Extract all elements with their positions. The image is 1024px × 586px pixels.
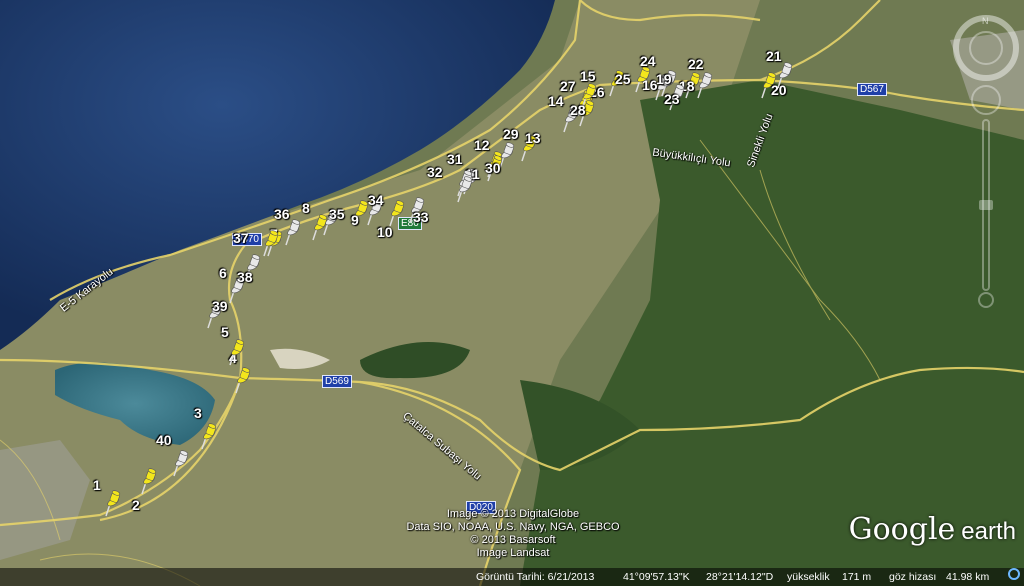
placemark-label: 35 [329, 206, 345, 222]
credit-line: Image © 2013 DigitalGlobe [446, 508, 580, 520]
credit-line: © 2013 Basarsoft [470, 534, 556, 546]
placemark-label: 33 [413, 209, 429, 225]
placemark-label: 27 [560, 78, 576, 94]
placemark-label: 9 [351, 212, 359, 228]
road-shield: D567 [857, 83, 887, 96]
placemark-label: 13 [525, 130, 541, 146]
placemark-label: 14 [548, 93, 564, 109]
navigation-controls[interactable]: N [950, 10, 1022, 310]
placemark-label: 29 [503, 126, 519, 142]
pushpin-icon[interactable] [452, 176, 474, 204]
placemark-label: 28 [570, 102, 586, 118]
pushpin-icon[interactable] [692, 72, 714, 100]
placemark-label: 15 [580, 68, 596, 84]
placemark-label: 25 [615, 71, 631, 87]
placemark-label: 22 [688, 56, 704, 72]
placemark-label: 31 [447, 151, 463, 167]
pushpin-icon[interactable] [196, 423, 218, 451]
road-shield: D569 [322, 375, 352, 388]
longitude: 28°21'14.12"D [706, 571, 774, 583]
map-view[interactable]: E-5 Karayolu Büyükkilıçlı Yolu Sinekli Y… [0, 0, 1024, 586]
latitude: 41°09'57.13"K [623, 571, 690, 583]
pushpin-icon[interactable] [168, 450, 190, 478]
pushpin-icon[interactable] [772, 62, 794, 90]
pushpin-icon[interactable] [100, 490, 122, 518]
placemark-label: 12 [474, 137, 490, 153]
google-earth-logo: Google earth [849, 512, 1016, 547]
placemark-label: 1 [93, 477, 101, 493]
status-bar: Görüntü Tarihi: 6/21/2013 41°09'57.13"K … [0, 568, 1024, 586]
svg-text:N: N [982, 16, 989, 26]
logo-google: Google [848, 512, 956, 547]
placemark-label: 34 [368, 192, 384, 208]
eye-altitude-label: göz hizası [889, 571, 937, 583]
pushpin-icon[interactable] [280, 219, 302, 247]
placemark-label: 37 [233, 230, 249, 246]
elevation-value: 171 m [842, 571, 872, 583]
placemark-label: 36 [274, 206, 290, 222]
pushpin-icon[interactable] [136, 468, 158, 496]
elevation-label: yükseklik [787, 571, 830, 583]
placemark-label: 6 [219, 265, 227, 281]
credit-line: Image Landsat [476, 547, 550, 559]
placemark-label: 3 [194, 405, 202, 421]
placemark-label: 23 [664, 91, 680, 107]
logo-earth: earth [961, 518, 1016, 545]
placemark-label: 24 [640, 53, 656, 69]
imagery-date: Görüntü Tarihi: 6/21/2013 [476, 571, 595, 583]
placemark-label: 2 [132, 497, 140, 513]
placemark-label: 32 [427, 164, 443, 180]
pushpin-icon[interactable] [230, 367, 252, 395]
streaming-icon [1008, 568, 1020, 580]
placemark-label: 40 [156, 432, 172, 448]
pushpin-icon[interactable] [630, 66, 652, 94]
imagery-credits: Image © 2013 DigitalGlobe Data SIO, NOAA… [398, 508, 628, 560]
eye-altitude-value: 41.98 km [946, 571, 990, 583]
compass-icon[interactable]: N [950, 10, 1022, 310]
credit-line: Data SIO, NOAA, U.S. Navy, NGA, GEBCO [406, 521, 620, 533]
placemark-label: 30 [485, 160, 501, 176]
placemark-label: 38 [237, 269, 253, 285]
placemark-label: 8 [302, 200, 310, 216]
placemark-label: 21 [766, 48, 782, 64]
pushpin-icon[interactable] [224, 339, 246, 367]
placemark-label: 39 [212, 298, 228, 314]
